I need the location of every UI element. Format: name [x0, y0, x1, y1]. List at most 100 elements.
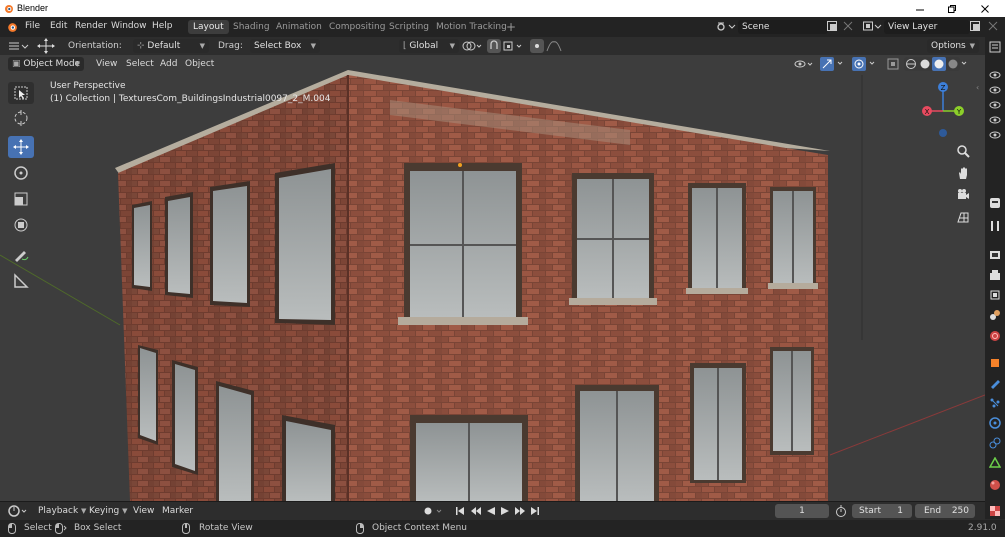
physics-properties-icon[interactable]	[989, 417, 1001, 429]
world-properties-icon[interactable]	[989, 330, 1001, 342]
new-view-layer-icon[interactable]	[969, 20, 982, 36]
scene-name-field[interactable]: Scene	[738, 20, 828, 34]
scene-properties-icon[interactable]	[989, 309, 1001, 321]
start-frame-field[interactable]: Start 1	[852, 504, 912, 518]
viewport-menu-select[interactable]: Select	[126, 57, 154, 71]
window-title: Blender	[17, 3, 49, 13]
3d-viewport[interactable]: User Perspective (1) Collection | Textur…	[0, 55, 985, 501]
visibility-eye-icon[interactable]	[989, 100, 1001, 113]
move-tool[interactable]	[8, 136, 34, 158]
jump-keyframe-back-icon[interactable]	[470, 506, 481, 516]
add-workspace-button[interactable]: +	[501, 20, 521, 34]
sidebar-toggle-icon[interactable]: ‹	[976, 83, 984, 95]
jump-keyframe-forward-icon[interactable]	[514, 506, 525, 516]
visibility-eye-icon[interactable]	[989, 130, 1001, 143]
menu-edit[interactable]: Edit	[50, 21, 67, 31]
view-layer-properties-icon[interactable]	[989, 289, 1001, 301]
tool-properties-icon[interactable]	[989, 197, 1001, 209]
scene-icon[interactable]	[716, 20, 736, 36]
constraints-properties-icon[interactable]	[989, 437, 1001, 449]
snap-toggle-icon[interactable]	[487, 39, 501, 56]
navigation-gizmo[interactable]: Z Y X	[918, 77, 968, 139]
minimize-button[interactable]	[905, 1, 935, 16]
tab-motion-tracking[interactable]: Motion Tracking	[431, 20, 512, 34]
pivot-point-icon[interactable]	[462, 40, 484, 55]
visibility-filter-icon[interactable]	[794, 58, 816, 73]
play-reverse-icon[interactable]	[486, 506, 496, 516]
transform-orientation-dropdown[interactable]: ⌊ Global ▼	[399, 39, 459, 53]
menu-file[interactable]: File	[25, 21, 40, 31]
modifier-properties-icon[interactable]	[989, 377, 1001, 389]
current-frame-field[interactable]: 1	[775, 504, 829, 518]
proportional-editing-icon[interactable]	[530, 39, 544, 56]
texture-properties-icon[interactable]	[989, 505, 1001, 517]
falloff-icon[interactable]	[546, 40, 562, 55]
snap-target-icon[interactable]	[503, 40, 525, 55]
gizmo-toggle-icon[interactable]	[820, 57, 848, 74]
end-frame-field[interactable]: End 250	[915, 504, 975, 518]
tab-animation[interactable]: Animation	[271, 20, 327, 34]
timeline-view-menu[interactable]: View	[133, 504, 154, 518]
record-keyframe-icon[interactable]	[422, 505, 446, 520]
menu-render[interactable]: Render	[75, 21, 107, 31]
new-scene-icon[interactable]	[826, 20, 839, 36]
tools-icon[interactable]	[989, 220, 1001, 232]
delete-scene-icon[interactable]	[843, 21, 853, 34]
gizmo-neg-z-axis[interactable]	[939, 129, 947, 137]
cursor-tool[interactable]	[8, 107, 34, 129]
viewport-menu-add[interactable]: Add	[160, 57, 177, 71]
menu-help[interactable]: Help	[152, 21, 173, 31]
annotate-tool[interactable]	[8, 244, 34, 266]
play-icon[interactable]	[500, 506, 510, 516]
camera-view-button[interactable]	[953, 185, 973, 205]
measure-tool[interactable]	[8, 270, 34, 292]
editor-type-icon[interactable]	[8, 40, 30, 55]
tab-compositing[interactable]: Compositing	[324, 20, 390, 34]
tab-shading[interactable]: Shading	[228, 20, 275, 34]
view-layer-field[interactable]: View Layer	[884, 20, 970, 34]
timeline-editor-icon[interactable]	[8, 505, 30, 520]
zoom-view-button[interactable]	[953, 141, 973, 161]
transform-tool[interactable]	[8, 214, 34, 236]
pan-view-button[interactable]	[953, 163, 973, 183]
shading-modes-group[interactable]	[904, 57, 968, 74]
restore-button[interactable]	[937, 1, 967, 16]
ortho-toggle-button[interactable]	[953, 207, 973, 227]
scale-tool[interactable]	[8, 188, 34, 210]
orientation-dropdown[interactable]: ⊹ Default ▼	[133, 39, 209, 53]
visibility-eye-icon[interactable]	[989, 115, 1001, 128]
tab-scripting[interactable]: Scripting	[384, 20, 434, 34]
viewport-menu-view[interactable]: View	[96, 57, 117, 71]
close-button[interactable]	[970, 1, 1000, 16]
rotate-tool[interactable]	[8, 162, 34, 184]
blender-menu-icon[interactable]	[6, 21, 18, 36]
menu-window[interactable]: Window	[111, 21, 147, 31]
select-box-tool[interactable]	[8, 82, 34, 104]
drag-dropdown[interactable]: Select Box ▼	[250, 39, 320, 53]
material-properties-icon[interactable]	[989, 479, 1001, 491]
timeline-keying-menu[interactable]: Keying ▼	[89, 504, 128, 518]
view-layer-icon[interactable]	[862, 20, 882, 36]
tab-layout[interactable]: Layout	[188, 20, 229, 34]
stopwatch-icon[interactable]	[835, 505, 847, 520]
outliner-icon[interactable]	[989, 41, 1001, 56]
transform-orientation-value: Global	[409, 41, 439, 51]
mouse-middle-icon	[182, 523, 190, 537]
render-properties-icon[interactable]	[989, 249, 1001, 261]
delete-view-layer-icon[interactable]	[988, 21, 998, 34]
mode-dropdown[interactable]: ▣ Object Mode ▼	[8, 57, 84, 71]
timeline-marker-menu[interactable]: Marker	[162, 504, 193, 518]
jump-start-icon[interactable]	[455, 506, 465, 516]
output-properties-icon[interactable]	[989, 269, 1001, 281]
object-properties-icon[interactable]	[989, 357, 1001, 369]
options-dropdown[interactable]: Options ▼	[927, 39, 979, 53]
particles-properties-icon[interactable]	[989, 397, 1001, 409]
xray-toggle-icon[interactable]	[887, 58, 899, 73]
jump-end-icon[interactable]	[530, 506, 540, 516]
visibility-eye-icon[interactable]	[989, 70, 1001, 83]
timeline-playback-menu[interactable]: Playback ▼	[38, 504, 86, 518]
object-data-properties-icon[interactable]	[988, 456, 1002, 469]
visibility-eye-icon[interactable]	[989, 85, 1001, 98]
overlays-toggle-icon[interactable]	[852, 57, 880, 74]
viewport-menu-object[interactable]: Object	[185, 57, 214, 71]
